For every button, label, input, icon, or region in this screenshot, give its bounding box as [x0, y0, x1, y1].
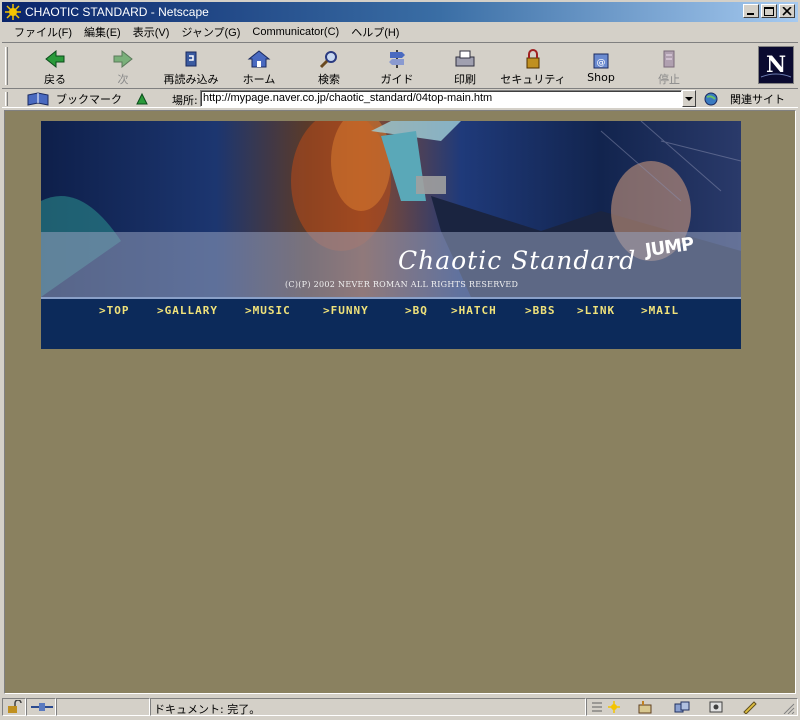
related-sites-label: 関連サイト — [730, 92, 785, 106]
nav-top[interactable]: >TOP — [99, 304, 130, 317]
back-button[interactable]: 戻る — [22, 45, 88, 87]
menu-file[interactable]: ファイル(F) — [10, 24, 76, 40]
netscape-logo[interactable]: N — [758, 46, 794, 84]
menu-view[interactable]: 表示(V) — [129, 24, 174, 40]
page-content: Chaotic Standard JUMP (C)(P) 2002 NEVER … — [4, 110, 796, 694]
stop-icon — [663, 50, 675, 68]
status-bar: ドキュメント: 完了。 — [2, 696, 798, 718]
location-label: 場所: — [172, 94, 198, 107]
location-bar-grip[interactable] — [5, 92, 8, 106]
reload-icon — [185, 51, 197, 67]
menu-bar: ファイル(F) 編集(E) 表示(V) ジャンプ(G) Communicator… — [2, 22, 798, 41]
bookmarks-button[interactable]: ブックマーク — [26, 90, 150, 107]
minimize-button[interactable] — [743, 4, 759, 18]
nav-hatch[interactable]: >HATCH — [451, 304, 497, 317]
related-sites-button[interactable]: 関連サイト — [702, 90, 785, 107]
guide-icon — [389, 50, 405, 68]
guide-label: ガイド — [380, 73, 414, 86]
unlocked-icon — [8, 700, 22, 713]
menu-help[interactable]: ヘルプ(H) — [347, 24, 403, 40]
status-text: ドキュメント: 完了。 — [154, 703, 261, 716]
close-button[interactable] — [779, 4, 795, 18]
search-button[interactable]: 検索 — [296, 45, 362, 87]
nav-mail[interactable]: >MAIL — [641, 304, 679, 317]
close-icon — [782, 7, 792, 16]
search-label: 検索 — [318, 73, 340, 86]
stop-button[interactable]: 停止 — [636, 45, 702, 87]
location-bar: ブックマーク 場所: http://mypage.naver.co.jp/cha… — [2, 88, 798, 108]
printer-icon — [455, 50, 475, 67]
minimize-icon — [747, 13, 754, 15]
menu-edit[interactable]: 編集(E) — [80, 24, 125, 40]
lock-icon — [526, 49, 540, 69]
menu-go[interactable]: ジャンプ(G) — [177, 24, 244, 40]
reload-button[interactable]: 再読み込み — [158, 45, 224, 87]
nav-funny[interactable]: >FUNNY — [323, 304, 369, 317]
toolbar-grip[interactable] — [5, 47, 8, 85]
home-button[interactable]: ホーム — [226, 45, 292, 87]
back-label: 戻る — [44, 73, 66, 86]
composer-icon — [743, 701, 757, 714]
site-nav: >TOP >GALLARY >MUSIC >FUNNY >BQ >HATCH >… — [41, 297, 741, 349]
svg-text:@: @ — [597, 58, 606, 68]
nav-music[interactable]: >MUSIC — [245, 304, 291, 317]
status-connection-segment — [26, 698, 56, 716]
netscape-app-icon[interactable] — [5, 4, 21, 20]
resize-grip-icon — [783, 703, 795, 714]
forward-label: 次 — [117, 73, 129, 86]
newsgroups-icon — [674, 701, 690, 713]
stop-label: 停止 — [658, 73, 680, 86]
security-button[interactable]: セキュリティ — [500, 45, 566, 87]
search-icon — [319, 51, 337, 69]
url-input[interactable]: http://mypage.naver.co.jp/chaotic_standa… — [200, 90, 682, 107]
mail-icon — [638, 701, 652, 714]
netscape-n-icon: N — [759, 47, 793, 83]
address-book-icon — [709, 701, 723, 713]
window-title: CHAOTIC STANDARD - Netscape — [25, 5, 209, 19]
print-button[interactable]: 印刷 — [432, 45, 498, 87]
print-label: 印刷 — [454, 73, 476, 86]
maximize-button[interactable] — [761, 4, 777, 18]
navigation-toolbar: 戻る 次 再読み込み ホーム 検索 ガイド 印刷 セキュリティ @ Shop 停… — [2, 42, 798, 88]
site-title: Chaotic Standard — [398, 246, 637, 275]
home-label: ホーム — [242, 73, 276, 86]
nav-gallary[interactable]: >GALLARY — [157, 304, 218, 317]
home-icon — [247, 50, 271, 68]
shop-label: Shop — [587, 71, 615, 84]
guide-button[interactable]: ガイド — [364, 45, 430, 87]
menu-communicator[interactable]: Communicator(C) — [248, 26, 343, 38]
connection-plug-icon — [31, 703, 53, 711]
nav-bq[interactable]: >BQ — [405, 304, 428, 317]
url-history-dropdown[interactable] — [682, 90, 696, 107]
bookmarks-label: ブックマーク — [56, 92, 122, 106]
component-grip-icon — [592, 702, 602, 712]
nav-bbs[interactable]: >BBS — [525, 304, 556, 317]
svg-text:N: N — [766, 52, 786, 78]
browser-window: CHAOTIC STANDARD - Netscape ファイル(F) 編集(E… — [0, 0, 800, 720]
shop-button[interactable]: @ Shop — [568, 45, 634, 87]
navigator-icon — [608, 701, 620, 713]
site-banner: Chaotic Standard JUMP (C)(P) 2002 NEVER … — [41, 121, 741, 349]
back-arrow-icon — [45, 49, 65, 69]
reload-label: 再読み込み — [163, 73, 219, 86]
chevron-down-icon — [685, 97, 693, 101]
security-label: セキュリティ — [500, 73, 566, 86]
related-globe-icon — [704, 92, 718, 105]
copyright-text: (C)(P) 2002 NEVER ROMAN ALL RIGHTS RESER… — [285, 280, 519, 289]
bookmark-book-icon — [27, 91, 49, 106]
maximize-icon — [764, 7, 774, 16]
title-bar: CHAOTIC STANDARD - Netscape — [2, 2, 798, 22]
page-proxy-icon — [136, 92, 148, 104]
forward-arrow-icon — [113, 49, 133, 69]
shop-bag-icon: @ — [593, 53, 609, 69]
status-security-segment[interactable] — [2, 698, 26, 716]
status-progress-segment — [56, 698, 150, 716]
forward-button[interactable]: 次 — [90, 45, 156, 87]
nav-link[interactable]: >LINK — [577, 304, 615, 317]
